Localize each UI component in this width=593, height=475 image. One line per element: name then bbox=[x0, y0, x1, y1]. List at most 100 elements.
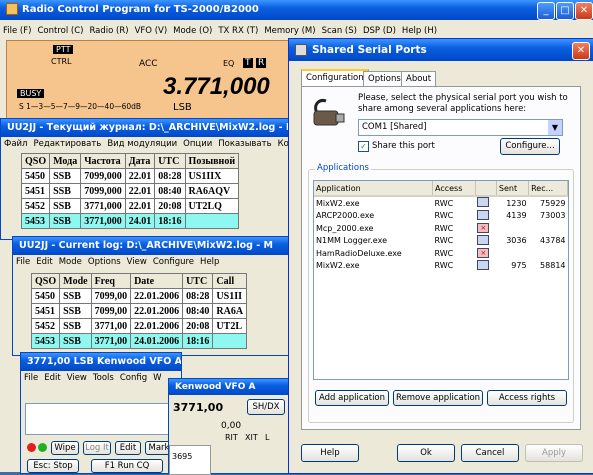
column-header[interactable]: QSO bbox=[20, 153, 51, 169]
column-header[interactable]: Call bbox=[212, 273, 248, 289]
column-header[interactable] bbox=[475, 181, 497, 197]
column-header[interactable]: Application bbox=[314, 181, 433, 197]
dialog-close-button[interactable]: ✕ bbox=[572, 42, 590, 60]
port-select[interactable]: COM1 [Shared] ▼ bbox=[358, 119, 563, 136]
list-item[interactable]: N1MM Logger.exe RWC 3036 43784 bbox=[314, 234, 568, 248]
close-button[interactable]: ✕ bbox=[575, 2, 593, 20]
tab-options[interactable]: Options bbox=[363, 71, 406, 87]
wipe-button[interactable]: Wipe bbox=[51, 441, 79, 455]
ok-button[interactable]: Ok bbox=[397, 444, 455, 462]
table-cell: SSB bbox=[59, 288, 92, 304]
radio-menu-item[interactable]: TX RX (T) bbox=[218, 26, 258, 36]
radio-menu-item[interactable]: Help (H) bbox=[402, 26, 437, 36]
apply-button[interactable]: Apply bbox=[525, 444, 583, 462]
column-header[interactable]: QSO bbox=[30, 273, 61, 289]
radio-menu-item[interactable]: Scan (S) bbox=[322, 26, 357, 36]
app-sent: 4139 bbox=[506, 211, 527, 221]
shdx-button[interactable]: SH/DX bbox=[247, 399, 285, 415]
column-header[interactable]: Позывной bbox=[184, 153, 240, 169]
log-ru-menu-item[interactable]: Файл bbox=[4, 139, 27, 149]
table-row[interactable]: 5450 SSB 7099,000 22.01 08:28 US1IIX bbox=[20, 168, 240, 184]
log-ru-menu-item[interactable]: Показывать bbox=[218, 139, 271, 149]
app-name: Mcp_2000.exe bbox=[316, 223, 374, 233]
log-en-menu-item[interactable]: Configure bbox=[153, 257, 194, 267]
minimize-button[interactable]: _ bbox=[537, 2, 555, 20]
log-ru-menu-item[interactable]: Вид модуляции bbox=[107, 139, 177, 149]
column-header[interactable]: UTC bbox=[182, 273, 214, 289]
tab-about[interactable]: About bbox=[401, 71, 437, 87]
mixw-menu-item[interactable]: View bbox=[67, 373, 87, 383]
table-row[interactable]: 5453 SSB 3771,00 24.01.2006 18:16 bbox=[30, 333, 248, 349]
edit-button[interactable]: Edit bbox=[115, 441, 141, 455]
list-item[interactable]: Mcp_2000.exe RWC × bbox=[314, 222, 568, 235]
radio-menu-item[interactable]: File (F) bbox=[3, 26, 31, 36]
esc-stop-button[interactable]: Esc: Stop bbox=[27, 459, 79, 473]
port-blocked-icon: × bbox=[475, 247, 496, 260]
maximize-button[interactable]: □ bbox=[556, 2, 574, 20]
f1-run-cq-button[interactable]: F1 Run CQ bbox=[91, 459, 163, 473]
share-checkbox[interactable]: ✓ bbox=[358, 141, 369, 152]
mixw-menu-item[interactable]: Tools bbox=[93, 373, 114, 383]
port-connected-icon bbox=[475, 234, 496, 248]
table-row[interactable]: 5453 SSB 3771,000 24.01 18:16 bbox=[20, 213, 240, 229]
chevron-down-icon[interactable]: ▼ bbox=[548, 120, 562, 135]
port-connected-icon bbox=[475, 209, 496, 223]
column-header[interactable]: Mode bbox=[59, 273, 92, 289]
log-en-menu-item[interactable]: Mode bbox=[59, 257, 82, 267]
list-item[interactable]: ARCP2000.exe RWC 4139 73003 bbox=[314, 209, 568, 223]
column-header[interactable]: Частота bbox=[80, 153, 126, 169]
cancel-button[interactable]: Cancel bbox=[461, 444, 519, 462]
radio-icon bbox=[6, 3, 18, 15]
list-item[interactable]: MixW2.exe RWC 975 58814 bbox=[314, 259, 568, 273]
radio-menu-item[interactable]: Memory (M) bbox=[264, 26, 315, 36]
radio-menu-item[interactable]: DSP (D) bbox=[363, 26, 396, 36]
help-button[interactable]: Help bbox=[301, 444, 359, 462]
serial-plug-icon bbox=[310, 97, 350, 135]
column-header[interactable]: Мода bbox=[49, 153, 82, 169]
table-row[interactable]: 5451 SSB 7099,000 22.01 08:40 RA6AQV bbox=[20, 183, 240, 199]
app-received: 43784 bbox=[540, 236, 566, 246]
log-en-menu-item[interactable]: Help bbox=[200, 257, 219, 267]
column-header[interactable]: UTC bbox=[154, 153, 186, 169]
column-header[interactable]: Freq bbox=[90, 273, 132, 289]
mixw-menu-item[interactable]: Edit bbox=[44, 373, 60, 383]
log-en-menu-item[interactable]: View bbox=[127, 257, 147, 267]
remove-application-button[interactable]: Remove application bbox=[393, 390, 483, 406]
column-header[interactable]: Rec... bbox=[528, 181, 568, 197]
red-record-icon[interactable] bbox=[27, 443, 36, 452]
log-en-menu-item[interactable]: Edit bbox=[36, 257, 52, 267]
column-header[interactable]: Access bbox=[432, 181, 476, 197]
column-header[interactable]: Date bbox=[130, 273, 184, 289]
mixw-menu-item[interactable]: File bbox=[24, 373, 38, 383]
mixw-menu-item[interactable]: Config bbox=[120, 373, 147, 383]
add-application-button[interactable]: Add application bbox=[315, 390, 389, 406]
log-en-menu-item[interactable]: File bbox=[16, 257, 30, 267]
table-cell: 20:08 bbox=[154, 198, 186, 214]
applications-list[interactable]: Application Access Sent Rec... MixW2.exe RWC 1… bbox=[313, 180, 569, 380]
access-rights-button[interactable]: Access rights bbox=[487, 390, 567, 406]
column-header[interactable]: Дата bbox=[124, 153, 156, 169]
log-ru-menu-item[interactable]: Редактировать bbox=[33, 139, 101, 149]
configure-button[interactable]: Configure... bbox=[500, 138, 560, 155]
table-row[interactable]: 5452 SSB 3771,00 22.01.2006 20:08 UT2L bbox=[30, 318, 248, 334]
list-item[interactable]: MixW2.exe RWC 1230 75929 bbox=[314, 196, 568, 210]
radio-menu-item[interactable]: Mode (O) bbox=[173, 26, 212, 36]
table-row[interactable]: 5451 SSB 7099,00 22.01.2006 08:40 RA6A bbox=[30, 303, 248, 319]
mixw-menu-item[interactable]: W bbox=[153, 373, 161, 383]
column-header[interactable]: Sent bbox=[496, 181, 530, 197]
log-ru-menu-item[interactable]: Опции bbox=[183, 139, 212, 149]
green-play-icon[interactable] bbox=[38, 443, 47, 452]
table-cell: SSB bbox=[59, 303, 92, 319]
table-row[interactable]: 5452 SSB 3771,000 22.01 20:08 UT2LQ bbox=[20, 198, 240, 214]
mixw-text-area[interactable] bbox=[25, 403, 175, 435]
radio-menu-item[interactable]: VFO (V) bbox=[135, 26, 168, 36]
radio-menu-item[interactable]: Radio (R) bbox=[89, 26, 128, 36]
list-item[interactable]: HamRadioDeluxe.exe RWC × bbox=[314, 247, 568, 260]
radio-menu-item[interactable]: Control (C) bbox=[37, 26, 83, 36]
log-en-menu-item[interactable]: Options bbox=[88, 257, 121, 267]
log-it-button[interactable]: Log It bbox=[83, 441, 111, 455]
port-connected-icon bbox=[475, 196, 496, 210]
app-received: 73003 bbox=[540, 211, 566, 221]
table-row[interactable]: 5450 SSB 7099,00 22.01.2006 08:28 US1II bbox=[30, 288, 248, 304]
table-cell: 24.01.2006 bbox=[130, 333, 184, 349]
